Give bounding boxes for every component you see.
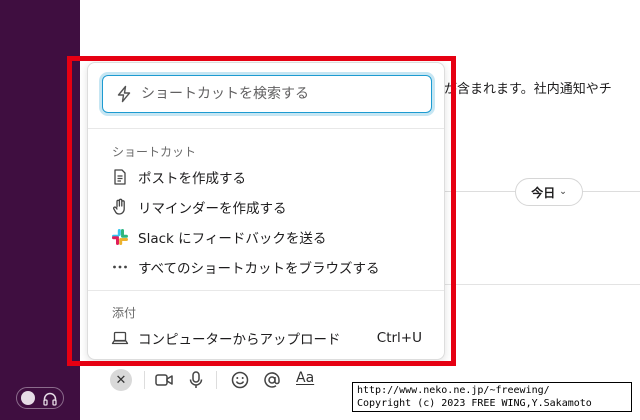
date-jump-button[interactable]: 今日 ⌄	[515, 178, 583, 206]
channel-description-text: が含まれます。社内通知やチ	[444, 82, 612, 97]
menu-item-label: リマインダーを作成する	[138, 201, 287, 217]
close-shortcuts-button[interactable]: ✕	[110, 369, 132, 391]
close-icon: ✕	[115, 372, 127, 388]
shortcut-search-field[interactable]	[102, 75, 432, 113]
video-icon[interactable]	[154, 370, 174, 390]
date-jump-label: 今日	[531, 185, 556, 200]
laptop-icon	[110, 328, 130, 348]
shortcuts-section-label: ショートカット	[112, 145, 197, 159]
keyboard-shortcut: Ctrl+U	[376, 330, 422, 346]
format-button[interactable]: Aa	[296, 370, 314, 386]
shortcuts-menu: ショートカット ポストを作成する リマインダーを作成する	[87, 62, 445, 360]
more-dots-icon	[110, 257, 130, 277]
watermark-url: http://www.neko.ne.jp/~freewing/	[357, 385, 550, 396]
copyright-watermark: http://www.neko.ne.jp/~freewing/ Copyrig…	[352, 382, 632, 412]
headphones-icon	[43, 392, 57, 406]
emoji-icon[interactable]	[230, 370, 250, 390]
hand-icon	[110, 197, 130, 217]
chevron-down-icon: ⌄	[559, 187, 567, 197]
menu-item-label: Slack にフィードバックを送る	[138, 231, 327, 247]
lightning-icon	[117, 85, 131, 103]
menu-item-label: すべてのショートカットをブラウズする	[138, 261, 380, 277]
toolbar-separator	[216, 371, 217, 389]
huddle-toggle[interactable]	[16, 387, 64, 409]
menu-item-label: コンピューターからアップロード	[138, 332, 341, 348]
shortcut-create-reminder[interactable]: リマインダーを作成する	[102, 193, 432, 221]
attach-upload-from-computer[interactable]: コンピューターからアップロード Ctrl+U	[102, 324, 432, 352]
toggle-knob	[21, 391, 35, 405]
toolbar-separator	[144, 371, 145, 389]
shortcut-send-feedback[interactable]: Slack にフィードバックを送る	[102, 223, 432, 251]
microphone-icon[interactable]	[186, 370, 206, 390]
menu-item-label: ポストを作成する	[138, 171, 246, 187]
mention-icon[interactable]	[262, 370, 282, 390]
slack-logo-icon	[110, 227, 130, 247]
attach-section-label: 添付	[112, 306, 137, 320]
shortcut-browse-all[interactable]: すべてのショートカットをブラウズする	[102, 253, 432, 281]
shortcut-create-post[interactable]: ポストを作成する	[102, 163, 432, 191]
menu-separator	[88, 290, 444, 291]
menu-separator	[88, 128, 444, 129]
workspace-sidebar	[0, 0, 80, 420]
shortcut-search-input[interactable]	[139, 85, 413, 103]
watermark-copyright: Copyright (c) 2023 FREE WING,Y.Sakamoto	[357, 398, 592, 409]
document-icon	[110, 167, 130, 187]
composer-border	[440, 284, 640, 285]
